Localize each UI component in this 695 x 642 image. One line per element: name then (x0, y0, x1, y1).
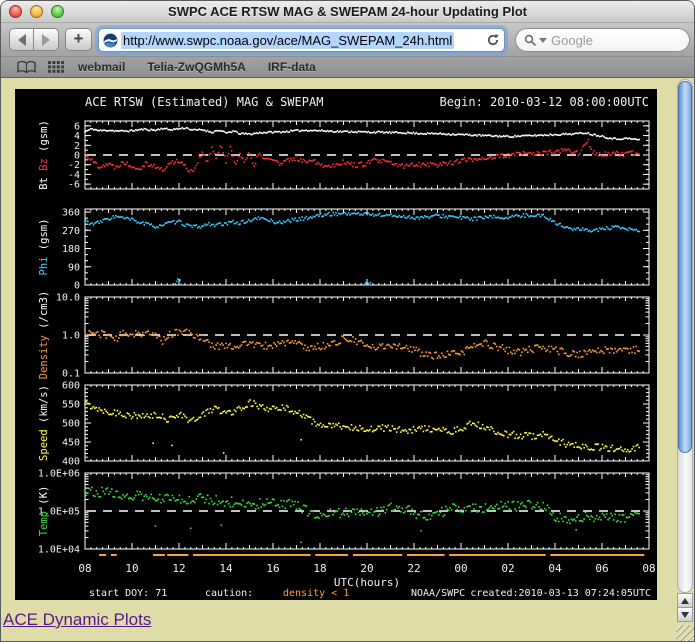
svg-text:caution:: caution: (205, 588, 253, 599)
svg-text:1.0: 1.0 (62, 331, 80, 342)
window-title: SWPC ACE RTSW MAG & SWEPAM 24-hour Updat… (1, 4, 694, 19)
search-field[interactable]: Google (515, 28, 690, 52)
svg-text:Density (/cm3): Density (/cm3) (38, 291, 50, 380)
scroll-up-icon (681, 598, 689, 604)
svg-text:600: 600 (62, 381, 80, 392)
svg-text:02: 02 (501, 562, 514, 575)
bookmark-item[interactable]: IRF-data (268, 60, 316, 74)
svg-text:-6: -6 (68, 180, 80, 191)
svg-text:created:2010-03-13 07:24:05UTC: created:2010-03-13 07:24:05UTC (470, 588, 651, 599)
forward-button[interactable] (34, 28, 59, 51)
svg-text:16: 16 (266, 562, 279, 575)
svg-text:90: 90 (68, 262, 80, 273)
svg-text:Bt Bz (gsm): Bt Bz (gsm) (38, 120, 50, 190)
svg-text:22: 22 (407, 562, 420, 575)
svg-text:Phi (gsm): Phi (gsm) (38, 219, 50, 276)
ace-plot-svg: ACE RTSW (Estimated) MAG & SWEPAM Begin: … (15, 89, 657, 600)
scroll-down-icon (681, 612, 689, 618)
svg-text:500: 500 (62, 419, 80, 430)
url-text[interactable]: http://www.swpc.noaa.gov/ace/MAG_SWEPAM_… (121, 32, 454, 49)
svg-text:180: 180 (62, 244, 80, 255)
svg-text:14: 14 (219, 562, 233, 575)
svg-text:10: 10 (125, 562, 138, 575)
svg-text:10.0: 10.0 (56, 293, 80, 304)
svg-text:400: 400 (62, 457, 80, 468)
svg-text:density < 1: density < 1 (283, 588, 349, 599)
forward-icon (42, 34, 50, 46)
browser-window: SWPC ACE RTSW MAG & SWEPAM 24-hour Updat… (0, 0, 695, 642)
svg-text:Begin: 2010-03-12 08:00:00UTC: Begin: 2010-03-12 08:00:00UTC (439, 95, 649, 109)
scrollbar-thumb[interactable] (678, 81, 692, 453)
svg-text:18: 18 (313, 562, 326, 575)
svg-text:00: 00 (454, 562, 467, 575)
scroll-down-button[interactable] (677, 607, 693, 622)
svg-text:20: 20 (360, 562, 373, 575)
svg-text:1.0E+06: 1.0E+06 (38, 469, 80, 480)
svg-text:12: 12 (172, 562, 185, 575)
svg-text:start DOY: 71: start DOY: 71 (89, 588, 167, 599)
search-engine-dropdown-icon[interactable] (539, 38, 547, 43)
bookmarks-list: webmail Telia-ZwQGMh5A IRF-data (78, 60, 316, 74)
svg-text:ACE RTSW (Estimated) MAG & SWE: ACE RTSW (Estimated) MAG & SWEPAM (85, 95, 323, 109)
svg-text:270: 270 (62, 226, 80, 237)
browser-toolbar: + http://www.swpc.noaa.gov/ace/MAG_SWEPA… (1, 23, 694, 57)
ace-plot-image: ACE RTSW (Estimated) MAG & SWEPAM Begin: … (15, 89, 657, 600)
window-titlebar: SWPC ACE RTSW MAG & SWEPAM 24-hour Updat… (1, 1, 694, 23)
back-button[interactable] (9, 28, 34, 51)
svg-text:NOAA/SWPC: NOAA/SWPC (411, 588, 465, 599)
svg-text:450: 450 (62, 438, 80, 449)
bookmarks-book-icon[interactable] (17, 60, 36, 74)
top-sites-grid-icon[interactable] (48, 61, 64, 73)
new-tab-button[interactable]: + (65, 28, 92, 51)
bookmark-item[interactable]: Telia-ZwQGMh5A (147, 60, 245, 74)
svg-text:06: 06 (595, 562, 608, 575)
page-content: ACE RTSW (Estimated) MAG & SWEPAM Begin: … (1, 78, 694, 642)
address-bar[interactable]: http://www.swpc.noaa.gov/ace/MAG_SWEPAM_… (98, 28, 505, 52)
svg-text:Speed (km/s): Speed (km/s) (38, 385, 50, 461)
search-icon (524, 34, 537, 47)
bookmark-item[interactable]: webmail (78, 60, 125, 74)
svg-text:08: 08 (642, 562, 655, 575)
vertical-scrollbar[interactable] (677, 79, 693, 593)
back-icon (18, 34, 26, 46)
svg-text:0.1: 0.1 (62, 369, 80, 380)
svg-text:550: 550 (62, 400, 80, 411)
svg-text:Temp (K): Temp (K) (38, 486, 50, 537)
search-placeholder: Google (551, 33, 593, 48)
svg-text:0: 0 (74, 281, 80, 292)
svg-text:04: 04 (548, 562, 562, 575)
svg-text:08: 08 (78, 562, 91, 575)
svg-text:1.0E+04: 1.0E+04 (38, 545, 80, 556)
ace-dynamic-plots-link[interactable]: ACE Dynamic Plots (3, 610, 151, 630)
noaa-favicon-icon (103, 33, 118, 48)
bookmarks-bar: webmail Telia-ZwQGMh5A IRF-data (1, 57, 694, 78)
reload-icon[interactable] (486, 33, 500, 47)
scroll-up-button[interactable] (677, 593, 693, 608)
svg-text:360: 360 (62, 208, 80, 219)
window-resize-grip[interactable] (676, 625, 694, 642)
